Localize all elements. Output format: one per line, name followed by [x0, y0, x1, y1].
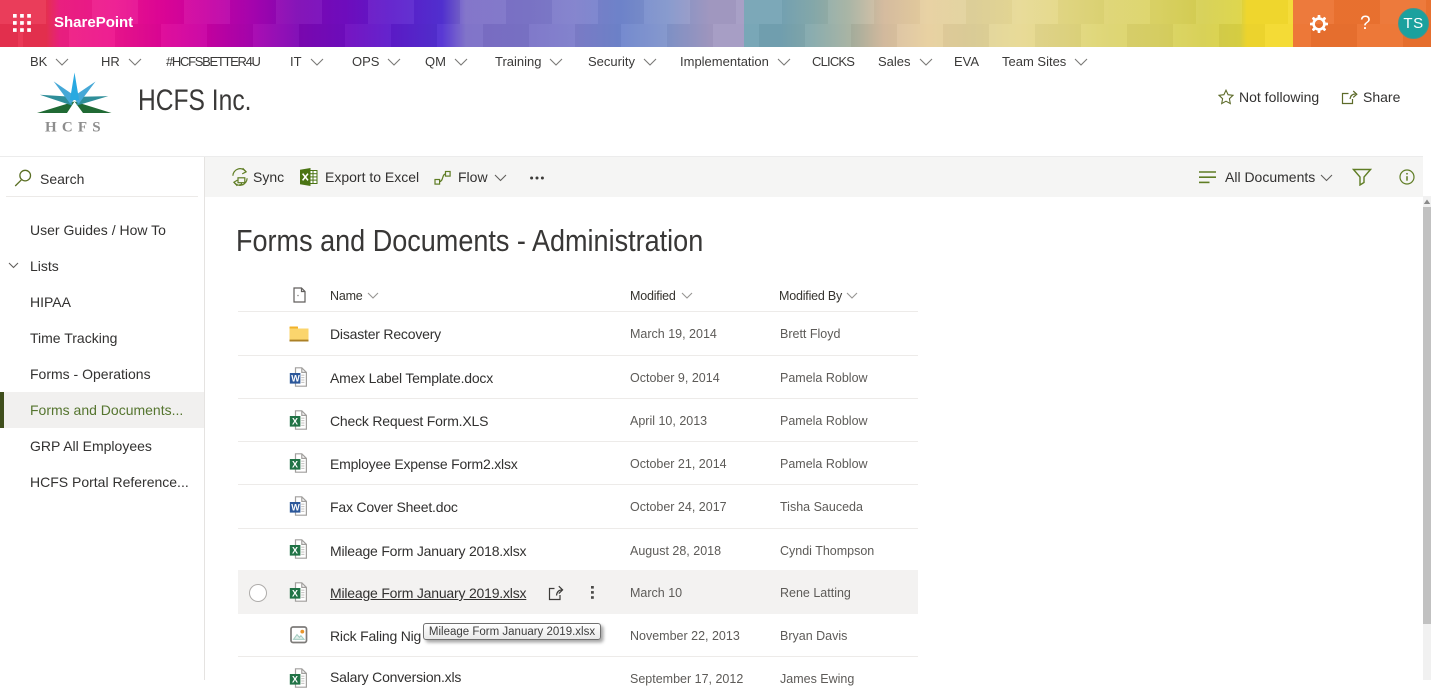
svg-text:HCFS: HCFS	[45, 120, 106, 136]
